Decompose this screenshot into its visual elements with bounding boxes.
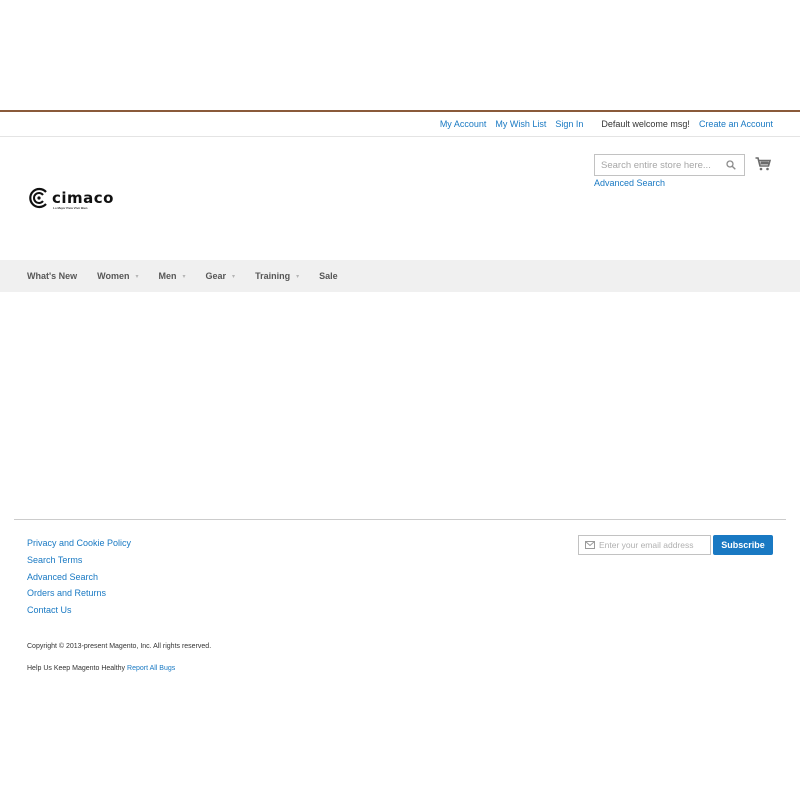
sign-in-link[interactable]: Sign In <box>555 119 583 129</box>
nav-item-label: Training <box>255 271 291 281</box>
panel-header: My Account My Wish List Sign In Default … <box>0 112 800 137</box>
report-bugs-link[interactable]: Report All Bugs <box>127 665 175 672</box>
chevron-down-icon: ▾ <box>232 273 236 280</box>
nav-item-training[interactable]: Training ▾ <box>255 271 299 281</box>
footer-divider <box>14 519 786 520</box>
newsletter-email-input[interactable] <box>599 536 709 554</box>
nav-item-label: Gear <box>205 271 227 281</box>
footer-link-orders-returns[interactable]: Orders and Returns <box>27 585 131 602</box>
nav-item-women[interactable]: Women ▾ <box>97 271 138 281</box>
chevron-down-icon: ▾ <box>296 273 300 280</box>
footer-link-search-terms[interactable]: Search Terms <box>27 552 131 569</box>
nav-item-label: Men <box>158 271 177 281</box>
footer-link-advanced-search[interactable]: Advanced Search <box>27 569 131 586</box>
newsletter-field <box>578 535 711 555</box>
wish-list-link[interactable]: My Wish List <box>495 119 546 129</box>
footer-link-privacy[interactable]: Privacy and Cookie Policy <box>27 535 131 552</box>
search-icon[interactable] <box>726 160 736 170</box>
nav-item-sale[interactable]: Sale <box>319 271 338 281</box>
nav-item-label: Sale <box>319 271 338 281</box>
main-navigation: What's New Women ▾ Men ▾ Gear ▾ Training… <box>0 260 800 292</box>
search-box <box>594 154 745 176</box>
my-account-link[interactable]: My Account <box>440 119 487 129</box>
logo-tagline: Lo Mejor Para Vivir Bien <box>53 206 88 210</box>
chevron-down-icon: ▾ <box>182 273 186 280</box>
logo-mark-icon <box>29 187 47 209</box>
nav-item-gear[interactable]: Gear ▾ <box>206 271 236 281</box>
header-links: My Account My Wish List Sign In Default … <box>431 119 773 129</box>
nav-item-men[interactable]: Men ▾ <box>159 271 186 281</box>
nav-item-label: Women <box>97 271 130 281</box>
chevron-down-icon: ▾ <box>135 273 139 280</box>
cart-icon[interactable] <box>755 157 771 171</box>
copyright-text: Copyright © 2013-present Magento, Inc. A… <box>27 643 212 650</box>
advanced-search-link[interactable]: Advanced Search <box>594 178 665 188</box>
nav-item-label: What's New <box>27 271 78 281</box>
subscribe-button[interactable]: Subscribe <box>713 535 773 555</box>
logo-text: cimaco <box>52 189 114 207</box>
search-input[interactable] <box>595 155 723 175</box>
store-logo[interactable]: cimaco Lo Mejor Para Vivir Bien <box>28 187 114 210</box>
footer-link-contact[interactable]: Contact Us <box>27 602 131 619</box>
report-bugs-line: Help Us Keep Magento Healthy Report All … <box>27 665 175 672</box>
create-account-link[interactable]: Create an Account <box>699 119 773 129</box>
mail-icon <box>585 541 595 549</box>
welcome-message: Default welcome msg! <box>601 119 690 129</box>
newsletter-form: Subscribe <box>578 535 773 555</box>
bugs-text: Help Us Keep Magento Healthy <box>27 665 126 672</box>
footer-links: Privacy and Cookie Policy Search Terms A… <box>27 535 131 619</box>
nav-item-whats-new[interactable]: What's New <box>27 271 77 281</box>
